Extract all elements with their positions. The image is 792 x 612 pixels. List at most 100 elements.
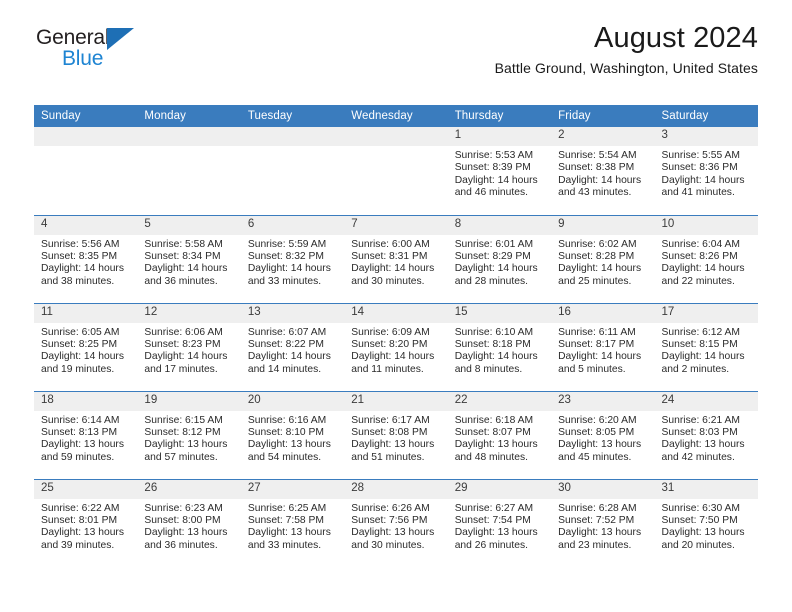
day-details: Sunrise: 6:27 AM Sunset: 7:54 PM Daylight:… [448, 499, 551, 553]
calendar-day-cell[interactable]: 21 Sunrise: 6:17 AM Sunset: 8:08 PM Dayligh… [344, 390, 448, 479]
calendar-day-cell[interactable]: 30 Sunrise: 6:28 AM Sunset: 7:52 PM Dayligh… [551, 478, 655, 567]
day-number: 3 [654, 127, 758, 146]
day-cell-inner: 22 Sunrise: 6:18 AM Sunset: 8:07 PM Dayligh… [447, 391, 552, 479]
day-cell-inner: 20 Sunrise: 6:16 AM Sunset: 8:10 PM Dayligh… [240, 391, 345, 479]
sunset-text: Sunset: 8:12 PM [144, 426, 221, 438]
calendar-day-cell[interactable]: 26 Sunrise: 6:23 AM Sunset: 8:00 PM Dayligh… [137, 478, 241, 567]
calendar-day-cell[interactable]: 31 Sunrise: 6:30 AM Sunset: 7:50 PM Dayligh… [654, 478, 758, 567]
calendar-day-cell[interactable]: 17 Sunrise: 6:12 AM Sunset: 8:15 PM Dayligh… [654, 302, 758, 391]
day-number: 8 [447, 215, 552, 235]
calendar-day-cell[interactable]: 24 Sunrise: 6:21 AM Sunset: 8:03 PM Dayligh… [654, 390, 758, 479]
generalblue-logo[interactable]: General Blue [34, 26, 184, 78]
calendar-day-cell[interactable]: 8 Sunrise: 6:01 AM Sunset: 8:29 PM Daylight… [447, 214, 552, 303]
day-details: Sunrise: 6:07 AM Sunset: 8:22 PM Daylight:… [241, 323, 344, 377]
sunrise-text: Sunrise: 6:00 AM [351, 238, 430, 250]
calendar-day-cell[interactable]: 27 Sunrise: 6:25 AM Sunset: 7:58 PM Dayligh… [240, 478, 345, 567]
calendar-day-cell[interactable]: 20 Sunrise: 6:16 AM Sunset: 8:10 PM Dayligh… [240, 390, 345, 479]
day-number: 21 [344, 391, 448, 411]
day-cell-inner: 2 Sunrise: 5:54 AM Sunset: 8:38 PM Daylight… [551, 127, 655, 215]
calendar-day-cell[interactable]: 14 Sunrise: 6:09 AM Sunset: 8:20 PM Dayligh… [344, 302, 448, 391]
day-number: 1 [447, 127, 552, 146]
day-number: 13 [240, 303, 345, 323]
sunset-text: Sunset: 8:08 PM [351, 426, 428, 438]
daylight-text-line1: Daylight: 13 hours [454, 439, 538, 451]
sunset-text: Sunset: 8:35 PM [41, 250, 118, 262]
sunset-text: Sunset: 7:56 PM [351, 514, 428, 526]
calendar-day-cell[interactable]: 19 Sunrise: 6:15 AM Sunset: 8:12 PM Dayligh… [137, 390, 241, 479]
day-cell-inner: 7 Sunrise: 6:00 AM Sunset: 8:31 PM Daylight… [344, 215, 448, 303]
day-details: Sunrise: 6:30 AM Sunset: 7:50 PM Daylight:… [655, 499, 758, 553]
calendar-day-cell[interactable]: 22 Sunrise: 6:18 AM Sunset: 8:07 PM Dayligh… [447, 390, 552, 479]
calendar-day-cell[interactable]: 3 Sunrise: 5:55 AM Sunset: 8:36 PM Daylight… [654, 127, 758, 215]
day-cell-inner: 11 Sunrise: 6:05 AM Sunset: 8:25 PM Dayligh… [34, 303, 138, 391]
day-details: Sunrise: 6:15 AM Sunset: 8:12 PM Daylight:… [137, 411, 240, 465]
daylight-text-line1: Daylight: 14 hours [454, 351, 538, 363]
day-number: 18 [34, 391, 138, 411]
calendar-day-cell[interactable]: 15 Sunrise: 6:10 AM Sunset: 8:18 PM Dayligh… [447, 302, 552, 391]
sunset-text: Sunset: 7:58 PM [247, 514, 324, 526]
day-details: Sunrise: 5:53 AM Sunset: 8:39 PM Daylight:… [448, 146, 551, 200]
calendar-day-cell[interactable]: 1 Sunrise: 5:53 AM Sunset: 8:39 PM Daylight… [447, 127, 552, 215]
calendar-day-cell[interactable]: 18 Sunrise: 6:14 AM Sunset: 8:13 PM Dayligh… [34, 390, 138, 479]
day-details: Sunrise: 5:56 AM Sunset: 8:35 PM Daylight:… [34, 235, 137, 289]
daylight-text-line1: Daylight: 14 hours [661, 351, 745, 363]
daylight-text-line1: Daylight: 14 hours [144, 351, 228, 363]
day-cell-inner: 18 Sunrise: 6:14 AM Sunset: 8:13 PM Dayligh… [34, 391, 138, 479]
day-details: Sunrise: 6:16 AM Sunset: 8:10 PM Daylight:… [241, 411, 344, 465]
calendar-week-row: 25 Sunrise: 6:22 AM Sunset: 8:01 PM Dayligh… [34, 478, 758, 567]
calendar-day-cell[interactable]: 28 Sunrise: 6:26 AM Sunset: 7:56 PM Dayligh… [344, 478, 448, 567]
weekday-header-saturday: Saturday [654, 105, 758, 127]
day-number: 31 [654, 479, 758, 499]
calendar-day-cell[interactable]: 16 Sunrise: 6:11 AM Sunset: 8:17 PM Dayligh… [551, 302, 655, 391]
day-cell-inner: 9 Sunrise: 6:02 AM Sunset: 8:28 PM Daylight… [551, 215, 655, 303]
calendar-day-cell[interactable]: 4 Sunrise: 5:56 AM Sunset: 8:35 PM Daylight… [34, 214, 138, 303]
day-details: Sunrise: 6:00 AM Sunset: 8:31 PM Daylight:… [344, 235, 447, 289]
day-number: 9 [551, 215, 655, 235]
calendar-day-cell[interactable]: 23 Sunrise: 6:20 AM Sunset: 8:05 PM Dayligh… [551, 390, 655, 479]
weekday-header-friday: Friday [551, 105, 655, 127]
day-number: 30 [551, 479, 655, 499]
daylight-text-line1: Daylight: 13 hours [454, 527, 538, 539]
calendar-day-cell[interactable] [137, 127, 241, 215]
sunset-text: Sunset: 8:28 PM [558, 250, 635, 262]
calendar-day-cell[interactable]: 2 Sunrise: 5:54 AM Sunset: 8:38 PM Daylight… [551, 127, 655, 215]
day-number: 16 [551, 303, 655, 323]
day-number: 22 [447, 391, 552, 411]
calendar-day-cell[interactable]: 12 Sunrise: 6:06 AM Sunset: 8:23 PM Dayligh… [137, 302, 241, 391]
sunset-text: Sunset: 8:36 PM [661, 162, 738, 174]
daylight-text-line2: and 33 minutes. [247, 275, 322, 287]
sunset-text: Sunset: 8:17 PM [558, 338, 635, 350]
calendar-day-cell[interactable] [34, 127, 138, 215]
calendar-container: Sunday Monday Tuesday Wednesday Thursday… [34, 105, 758, 567]
daylight-text-line2: and 42 minutes. [661, 451, 735, 463]
calendar-day-cell[interactable]: 25 Sunrise: 6:22 AM Sunset: 8:01 PM Dayligh… [34, 478, 138, 567]
daylight-text-line1: Daylight: 13 hours [661, 439, 745, 451]
calendar-day-cell[interactable]: 6 Sunrise: 5:59 AM Sunset: 8:32 PM Daylight… [240, 214, 345, 303]
calendar-day-cell[interactable]: 13 Sunrise: 6:07 AM Sunset: 8:22 PM Dayligh… [240, 302, 345, 391]
calendar-day-cell[interactable] [344, 127, 448, 215]
sunrise-text: Sunrise: 6:09 AM [351, 326, 430, 338]
calendar-day-cell[interactable]: 29 Sunrise: 6:27 AM Sunset: 7:54 PM Dayligh… [447, 478, 552, 567]
daylight-text-line2: and 5 minutes. [558, 363, 626, 375]
day-number [34, 127, 138, 146]
calendar-day-cell[interactable]: 11 Sunrise: 6:05 AM Sunset: 8:25 PM Dayligh… [34, 302, 138, 391]
sunrise-text: Sunrise: 6:01 AM [454, 238, 534, 250]
sunrise-text: Sunrise: 6:12 AM [661, 326, 740, 338]
calendar-day-cell[interactable]: 9 Sunrise: 6:02 AM Sunset: 8:28 PM Daylight… [551, 214, 655, 303]
sunset-text: Sunset: 8:01 PM [41, 514, 118, 526]
calendar-day-cell[interactable] [240, 127, 345, 215]
calendar-day-cell[interactable]: 10 Sunrise: 6:04 AM Sunset: 8:26 PM Dayligh… [654, 214, 758, 303]
day-cell-inner: 24 Sunrise: 6:21 AM Sunset: 8:03 PM Dayligh… [654, 391, 758, 479]
daylight-text-line2: and 39 minutes. [41, 539, 115, 551]
weekday-header-tuesday: Tuesday [240, 105, 345, 127]
sunrise-text: Sunrise: 6:30 AM [661, 502, 740, 514]
sunrise-text: Sunrise: 6:15 AM [144, 414, 223, 426]
sunrise-text: Sunrise: 5:55 AM [661, 150, 740, 161]
calendar-day-cell[interactable]: 7 Sunrise: 6:00 AM Sunset: 8:31 PM Daylight… [344, 214, 448, 303]
day-details: Sunrise: 5:58 AM Sunset: 8:34 PM Daylight:… [137, 235, 240, 289]
day-cell-inner: 6 Sunrise: 5:59 AM Sunset: 8:32 PM Daylight… [240, 215, 345, 303]
daylight-text-line1: Daylight: 14 hours [41, 263, 124, 275]
sunrise-text: Sunrise: 6:22 AM [41, 502, 120, 514]
calendar-day-cell[interactable]: 5 Sunrise: 5:58 AM Sunset: 8:34 PM Daylight… [137, 214, 241, 303]
daylight-text-line2: and 17 minutes. [144, 363, 218, 375]
